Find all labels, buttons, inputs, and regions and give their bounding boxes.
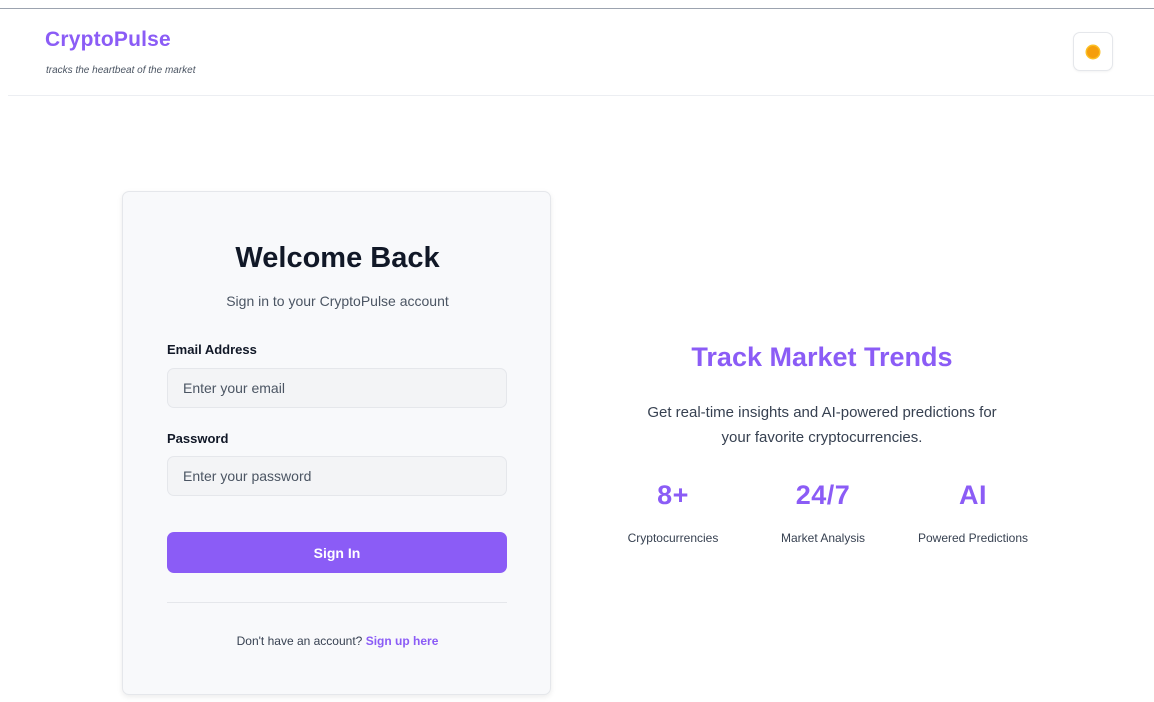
stat-value: AI [959,480,987,510]
password-label: Password [167,431,229,446]
app-header: CryptoPulse tracks the heartbeat of the … [8,9,1154,96]
login-subtitle: Sign in to your CryptoPulse account [226,293,449,309]
stat-label: Powered Predictions [917,531,1029,545]
form-divider [167,602,507,603]
login-title: Welcome Back [235,242,440,274]
stat-cryptocurrencies: 8+ Cryptocurrencies [608,480,738,545]
stat-value: 24/7 [795,480,851,510]
stat-label: Cryptocurrencies [627,531,719,545]
email-label: Email Address [167,342,257,357]
password-field[interactable] [167,456,507,496]
email-field[interactable] [167,368,507,408]
brand-logo-text[interactable]: CryptoPulse [45,28,171,52]
promo-text-line-2: your favorite cryptocurrencies. [721,429,923,446]
sun-icon [1085,44,1101,60]
promo-title: Track Market Trends [691,342,953,372]
signup-prompt-text: Don't have an account? [236,634,363,648]
stat-ai-predictions: AI Powered Predictions [908,480,1038,545]
stat-label: Market Analysis [780,531,866,545]
sign-in-button[interactable]: Sign In [167,532,507,573]
theme-toggle-button[interactable] [1073,32,1113,71]
signup-prompt-row: Don't have an account? Sign up here [123,634,552,648]
signup-link[interactable]: Sign up here [366,634,439,648]
promo-description: Get real-time insights and AI-powered pr… [594,400,1050,450]
promo-text-line-1: Get real-time insights and AI-powered pr… [647,404,997,421]
stat-market-analysis: 24/7 Market Analysis [758,480,888,545]
login-card: Welcome Back Sign in to your CryptoPulse… [122,191,551,695]
stat-value: 8+ [657,480,689,510]
brand-tagline: tracks the heartbeat of the market [46,65,196,76]
